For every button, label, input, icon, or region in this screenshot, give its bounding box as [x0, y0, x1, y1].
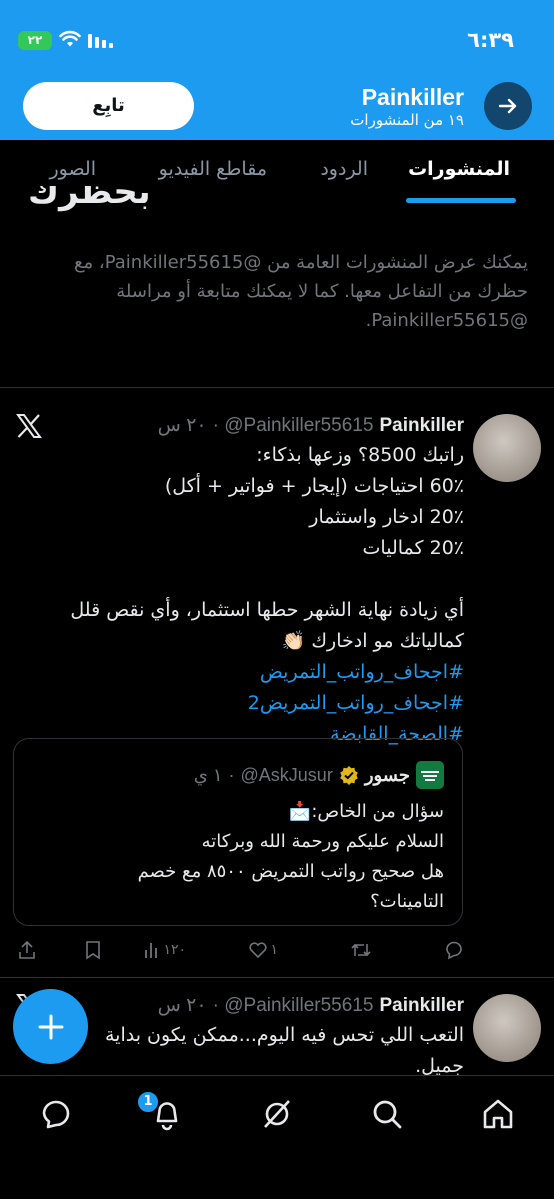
hashtag-link[interactable]: #اجحاف_رواتب_التمريض2 [24, 688, 464, 719]
retweet-button[interactable] [350, 940, 374, 960]
home-icon [483, 1099, 513, 1129]
tweet-handle: @Painkiller55615 [224, 415, 374, 436]
nav-home[interactable] [478, 1094, 518, 1134]
bottom-navigation: 1 [0, 1075, 554, 1199]
retweet-icon [351, 943, 371, 957]
tweet-text[interactable]: راتبك 8500؟ وزعها بذكاء: 60٪ احتياجات (إ… [24, 440, 464, 750]
tweet-line: 60٪ احتياجات (إيجار + فواتير + أكل) [164, 475, 464, 497]
notification-badge: 1 [136, 1090, 160, 1114]
reply-button[interactable] [444, 940, 464, 960]
blocked-notice: يمكنك عرض المنشورات العامة من @Painkille… [73, 252, 528, 331]
search-icon [373, 1100, 402, 1129]
tab-videos[interactable]: مقاطع الفيديو [159, 158, 267, 180]
tab-replies[interactable]: الردود [320, 158, 368, 180]
tweet-handle: @Painkiller55615 [224, 995, 374, 1016]
views-count: ١٢٠ [163, 942, 186, 958]
quoted-tweet-header: ١ ي · @AskJusur جسور [194, 761, 444, 789]
tweet-text[interactable]: التعب اللي تحس فيه اليوم...ممكن يكون بدا… [24, 1020, 464, 1082]
tab-posts[interactable]: المنشورات [408, 158, 510, 180]
profile-header: ٦:٣٩ ٢٢ Painkiller ١٩ من المنشورات تابِع [0, 0, 554, 140]
share-icon [19, 940, 35, 959]
divider [0, 387, 554, 388]
views-icon [145, 943, 158, 958]
avatar[interactable] [473, 994, 541, 1062]
signal-icon [88, 34, 113, 48]
wifi-icon [59, 30, 81, 47]
quoted-avatar [416, 761, 444, 789]
nav-search[interactable] [367, 1094, 407, 1134]
avatar[interactable] [473, 414, 541, 482]
logo-mark-icon [421, 771, 439, 781]
tweet-line: أي زيادة نهاية الشهر حطها استثمار، وأي ن… [70, 599, 464, 621]
tweet-author: Painkiller [379, 995, 465, 1016]
views-button[interactable]: ١٢٠ [143, 940, 186, 960]
quoted-line: سؤال من الخاص:📩 [288, 801, 444, 822]
tweet-line [24, 564, 464, 595]
tweet-line: 20٪ كماليات [362, 537, 464, 559]
battery-indicator: ٢٢ [18, 31, 52, 50]
tweet-header[interactable]: ٢٠ س · @Painkiller55615 Painkiller [158, 994, 464, 1017]
tweet-header[interactable]: ٢٠ س · @Painkiller55615 Painkiller [158, 414, 464, 437]
like-button[interactable]: ١ [248, 940, 278, 960]
tweet-line: 20٪ ادخار واستثمار [309, 506, 464, 528]
reply-icon [446, 941, 462, 960]
bookmark-button[interactable] [84, 940, 102, 960]
quoted-tweet[interactable]: ١ ي · @AskJusur جسور سؤال من الخاص:📩 الس… [13, 738, 463, 926]
chat-bubble-icon [42, 1100, 70, 1129]
quoted-time: ١ ي [193, 764, 223, 785]
status-bar: ٦:٣٩ ٢٢ [0, 22, 554, 58]
status-time: ٦:٣٩ [467, 28, 514, 52]
verified-badge-icon [340, 766, 358, 785]
like-count: ١ [270, 942, 278, 958]
grok-icon [264, 1100, 290, 1128]
x-logo-icon [16, 414, 42, 438]
quoted-handle: @AskJusur [240, 764, 333, 785]
post-count: ١٩ من المنشورات [350, 111, 464, 129]
follow-button[interactable]: تابِع [23, 82, 194, 130]
hashtag-link[interactable]: #اجحاف_رواتب_التمريض [24, 657, 464, 688]
profile-name: Painkiller [361, 84, 464, 110]
tweet-author: Painkiller [379, 415, 465, 436]
nav-grok[interactable] [257, 1094, 297, 1134]
share-button[interactable] [18, 940, 36, 960]
compose-button[interactable] [13, 989, 88, 1064]
heart-icon [249, 942, 268, 959]
back-button[interactable] [484, 82, 532, 130]
quoted-text: سؤال من الخاص:📩 السلام عليكم ورحمة الله … [24, 797, 444, 917]
plus-icon [38, 1014, 63, 1039]
quoted-line: التامينات؟ [370, 891, 444, 912]
quoted-line: هل صحيح رواتب التمريض ٨٥٠٠ مع خصم [137, 861, 444, 882]
bookmark-icon [86, 941, 100, 960]
tweet-line: التعب اللي تحس فيه اليوم...ممكن يكون بدا… [104, 1024, 464, 1046]
quoted-line: السلام عليكم ورحمة الله وبركاته [201, 831, 444, 852]
arrow-right-icon [498, 98, 517, 114]
tweet-time: ٢٠ س [157, 415, 207, 436]
nav-messages[interactable] [36, 1094, 76, 1134]
tweet-actions: ١ ١٢٠ [0, 936, 554, 966]
divider [0, 977, 554, 978]
active-tab-indicator [406, 198, 516, 203]
tab-photos[interactable]: الصور [49, 158, 96, 180]
blocked-heading: بحظرك [28, 186, 151, 212]
tweet-time: ٢٠ س [157, 995, 207, 1016]
tweet-line: راتبك 8500؟ وزعها بذكاء: [256, 444, 464, 466]
tweet-line: كمالياتك مو ادخارك 👏🏻 [281, 630, 464, 652]
quoted-author: جسور [364, 764, 410, 785]
